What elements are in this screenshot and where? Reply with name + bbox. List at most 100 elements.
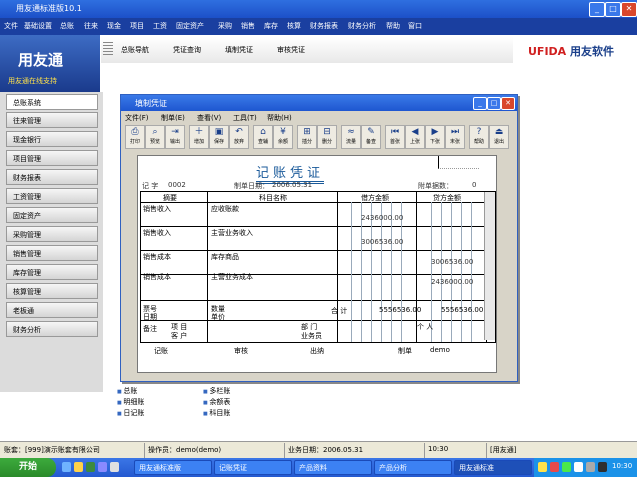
save-button[interactable]: ▣ 保存 [209,125,229,149]
row-account[interactable]: 主营业务收入 [211,228,253,238]
menu-item[interactable]: 总账 [60,21,74,31]
prev-button[interactable]: ◀ 上张 [405,125,425,149]
row-account[interactable]: 主营业务成本 [211,272,253,282]
sidebar-item[interactable]: 核算管理 [6,283,98,299]
first-button[interactable]: ⏮ 首张 [385,125,405,149]
menu-item[interactable]: 窗口 [408,21,422,31]
tab-item[interactable]: 凭证查询 [173,45,201,55]
minimize-button[interactable]: _ [589,2,605,17]
sidebar-item[interactable]: 销售管理 [6,245,98,261]
menu-item[interactable]: 文件 [4,21,18,31]
sidebar-item[interactable]: 往来管理 [6,112,98,128]
menu-item[interactable]: 采购 [218,21,232,31]
sidebar-item-general-ledger[interactable]: 总账系统 [6,94,98,110]
tray-icon[interactable] [550,462,559,472]
preview-button[interactable]: ⌕ 预览 [145,125,165,149]
row-account[interactable]: 库存商品 [211,252,239,262]
menu-item[interactable]: 财务报表 [310,21,338,31]
quicklaunch-ie-icon[interactable] [62,462,71,472]
sidebar-item[interactable]: 工资管理 [6,188,98,204]
link-item[interactable]: 日记账 [117,408,144,418]
maximize-button[interactable]: □ [487,97,501,110]
aux-button[interactable]: ⌂ 查辅 [253,125,273,149]
export-button[interactable]: ⇥ 输出 [165,125,185,149]
discard-button[interactable]: ↶ 放弃 [229,125,249,149]
menu-item[interactable]: 制单(E) [161,113,185,123]
menu-item[interactable]: 财务分析 [348,21,376,31]
next-button[interactable]: ▶ 下张 [425,125,445,149]
print-button[interactable]: ⎙ 打印 [125,125,145,149]
tray-icon[interactable] [538,462,547,472]
taskbar-item[interactable]: 产品资料 [294,460,372,475]
link-item[interactable]: 总账 [117,386,137,396]
menu-item[interactable]: 现金 [107,21,121,31]
tab-item[interactable]: 审核凭证 [277,45,305,55]
menu-item[interactable]: 库存 [264,21,278,31]
row-summary[interactable]: 销售收入 [143,228,171,238]
quicklaunch-folder-icon[interactable] [74,462,83,472]
volume-icon[interactable] [586,462,595,472]
sidebar-item[interactable]: 现金银行 [6,131,98,147]
attach-count[interactable]: 0 [472,181,476,189]
voucher-number[interactable]: 0002 [168,181,186,189]
row-summary[interactable]: 销售成本 [143,272,171,282]
taskbar-item[interactable]: 用友通标准版 [134,460,212,475]
close-button[interactable]: ✕ [621,2,637,17]
row-debit[interactable]: 3006536.00 [361,238,403,246]
menu-item[interactable]: 往来 [84,21,98,31]
tab-item[interactable]: 总账导航 [121,45,149,55]
menu-item[interactable]: 核算 [287,21,301,31]
menu-item[interactable]: 销售 [241,21,255,31]
menu-item[interactable]: 基础设置 [24,21,52,31]
tray-icon[interactable] [574,462,583,472]
link-item[interactable]: 明细账 [117,397,144,407]
tray-clock[interactable]: 10:30 [612,462,632,470]
link-item[interactable]: 多栏账 [203,386,230,396]
network-icon[interactable] [598,462,607,472]
menu-item[interactable]: 工资 [153,21,167,31]
menu-item[interactable]: 项目 [130,21,144,31]
memo-button[interactable]: ✎ 备查 [361,125,381,149]
taskbar-item[interactable]: 记账凭证 [214,460,292,475]
quicklaunch-media-icon[interactable] [98,462,107,472]
sidebar-item[interactable]: 财务分析 [6,321,98,337]
taskbar-item[interactable]: 产品分析 [374,460,452,475]
maximize-button[interactable]: □ [605,2,621,17]
quicklaunch-explorer-icon[interactable] [110,462,119,472]
sidebar-item[interactable]: 财务报表 [6,169,98,185]
start-button[interactable]: 开始 [0,458,56,477]
sidebar-item[interactable]: 固定资产 [6,207,98,223]
menu-item[interactable]: 固定资产 [176,21,204,31]
toolbar-grip[interactable] [103,42,113,56]
sidebar-item[interactable]: 老板通 [6,302,98,318]
delete-row-button[interactable]: ⊟ 删分 [317,125,337,149]
tray-icon[interactable] [562,462,571,472]
row-account[interactable]: 应收账款 [211,204,239,214]
menu-item[interactable]: 工具(T) [233,113,257,123]
help-button[interactable]: ? 帮助 [469,125,489,149]
menu-item[interactable]: 帮助(H) [267,113,292,123]
table-scrollbar[interactable] [484,192,495,340]
sidebar-item[interactable]: 库存管理 [6,264,98,280]
cashflow-button[interactable]: ≈ 流量 [341,125,361,149]
row-credit[interactable]: 2436000.00 [431,278,473,286]
sidebar-item[interactable]: 项目管理 [6,150,98,166]
tab-item[interactable]: 填制凭证 [225,45,253,55]
last-button[interactable]: ⏭ 末张 [445,125,465,149]
menu-item[interactable]: 查看(V) [197,113,221,123]
balance-button[interactable]: ¥ 余额 [273,125,293,149]
sidebar-item[interactable]: 采购管理 [6,226,98,242]
exit-button[interactable]: ⏏ 退出 [489,125,509,149]
row-summary[interactable]: 销售收入 [143,204,171,214]
quicklaunch-desktop-icon[interactable] [86,462,95,472]
menu-item[interactable]: 帮助 [386,21,400,31]
row-credit[interactable]: 3006536.00 [431,258,473,266]
link-item[interactable]: 科目账 [203,408,230,418]
voucher-flag-field[interactable] [438,156,479,169]
row-debit[interactable]: 2436000.00 [361,214,403,222]
insert-row-button[interactable]: ⊞ 插分 [297,125,317,149]
minimize-button[interactable]: _ [473,97,487,110]
taskbar-item-active[interactable]: 用友通标准 [454,460,532,475]
voucher-title-bar[interactable]: 填制凭证 _ □ ✕ [121,95,517,111]
logo-slogan[interactable]: 用友通在线支持 [8,76,57,86]
